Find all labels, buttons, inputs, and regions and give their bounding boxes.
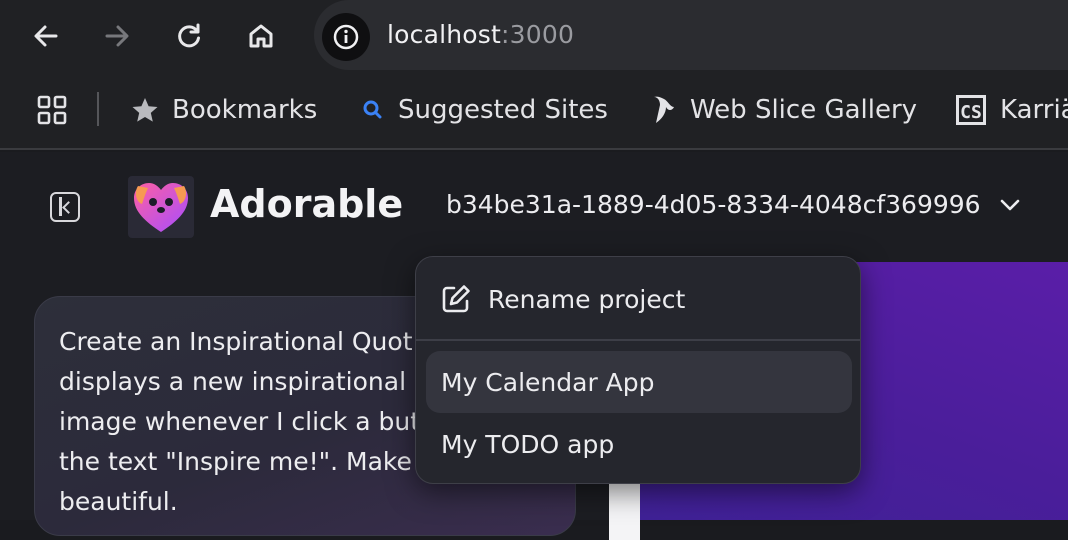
project-item-label: My TODO app (441, 429, 615, 459)
browser-toolbar: localhost:3000 (0, 0, 1068, 70)
app-container: Adorable b34be31a-1889-4d05-8334-4048cf3… (0, 152, 1068, 540)
adorable-logo (128, 176, 194, 238)
bookmark-suggested-sites[interactable]: Suggested Sites (360, 88, 608, 132)
sidebar-toggle-button[interactable] (50, 192, 80, 222)
edit-icon (442, 285, 470, 313)
chat-line: beautiful. (59, 487, 178, 516)
url-port: :3000 (501, 20, 575, 49)
apps-grid-icon (37, 95, 67, 125)
project-selector[interactable]: b34be31a-1889-4d05-8334-4048cf369996 (446, 190, 1021, 219)
home-button[interactable] (239, 14, 283, 58)
dog-heart-logo-icon (134, 183, 188, 232)
forward-button[interactable] (95, 14, 139, 58)
bookmark-bookmarks[interactable]: Bookmarks (130, 88, 317, 132)
project-item-label: My Calendar App (441, 367, 655, 397)
bookmarks-separator (97, 92, 99, 126)
project-dropdown-menu: Rename project My Calendar App My TODO a… (415, 256, 861, 484)
project-item-my-calendar-app[interactable]: My Calendar App (426, 351, 852, 413)
reload-icon (178, 23, 200, 48)
preview-frame-edge (609, 480, 640, 540)
bookmarks-bar: Bookmarks Suggested Sites Web Slice Gall… (0, 70, 1068, 150)
apps-button[interactable] (36, 88, 68, 132)
web-slice-icon (654, 96, 674, 123)
cs-icon: CS (956, 95, 986, 125)
project-item-my-todo-app[interactable]: My TODO app (426, 413, 852, 475)
bookmark-label: Suggested Sites (398, 95, 608, 125)
search-icon (363, 100, 382, 119)
project-id-label: b34be31a-1889-4d05-8334-4048cf369996 (446, 190, 981, 219)
menu-divider (416, 339, 860, 341)
svg-text:CS: CS (960, 102, 982, 123)
bookmark-label: Karriä (1000, 95, 1068, 125)
star-icon (132, 98, 158, 122)
bookmark-karria[interactable]: CS Karriä (954, 88, 1068, 132)
app-brand-name: Adorable (210, 182, 404, 226)
reload-button[interactable] (167, 14, 211, 58)
bookmark-label: Web Slice Gallery (690, 95, 918, 125)
rename-project-item[interactable]: Rename project (440, 277, 685, 321)
bookmark-web-slice-gallery[interactable]: Web Slice Gallery (648, 88, 917, 132)
url-text[interactable]: localhost:3000 (387, 20, 574, 49)
home-icon (249, 24, 273, 48)
info-icon (333, 24, 359, 50)
back-button[interactable] (24, 14, 68, 58)
site-info-button[interactable] (322, 13, 370, 61)
bookmark-label: Bookmarks (172, 95, 318, 125)
chevron-down-icon (1000, 199, 1019, 210)
rename-project-label: Rename project (488, 284, 686, 314)
url-host: localhost (387, 20, 502, 49)
arrow-left-icon (34, 25, 58, 47)
arrow-right-icon (105, 25, 129, 47)
